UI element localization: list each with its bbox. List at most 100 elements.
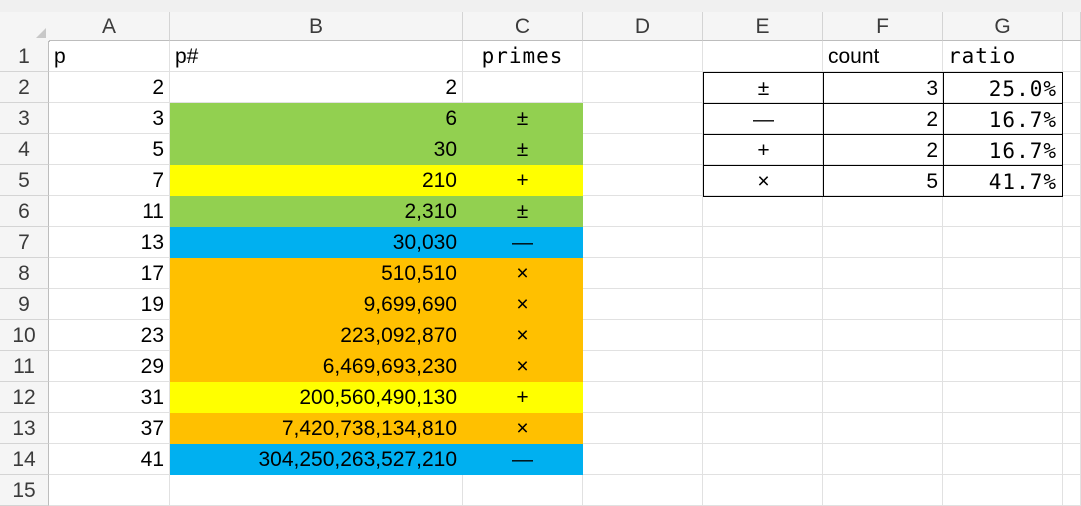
cell-prime-symbol[interactable]: ± <box>463 103 583 134</box>
cell[interactable] <box>583 320 703 351</box>
cell[interactable] <box>583 258 703 289</box>
cell[interactable] <box>823 382 943 413</box>
row-header-2[interactable]: 2 <box>0 72 49 103</box>
cell[interactable] <box>943 258 1063 289</box>
cell-f1-header[interactable]: count <box>823 41 943 72</box>
summary-ratio[interactable]: 41.7% <box>943 165 1063 197</box>
cell[interactable] <box>1063 72 1081 103</box>
cell[interactable] <box>583 72 703 103</box>
cell-primorial-value[interactable]: 30,030 <box>170 227 463 258</box>
cell[interactable] <box>943 444 1063 475</box>
cell-prime-symbol[interactable]: × <box>463 413 583 444</box>
summary-count[interactable]: 2 <box>823 103 944 135</box>
cell-a1-header[interactable]: p <box>49 41 170 72</box>
select-all-corner[interactable] <box>0 12 50 42</box>
cell-primorial-value[interactable]: 210 <box>170 165 463 196</box>
cell[interactable] <box>703 475 823 506</box>
cell[interactable] <box>583 103 703 134</box>
cell[interactable] <box>943 413 1063 444</box>
cell-p-value[interactable]: 29 <box>49 351 170 382</box>
cell[interactable] <box>49 475 170 506</box>
cell-primorial-value[interactable]: 510,510 <box>170 258 463 289</box>
cell[interactable] <box>1063 165 1081 196</box>
cell[interactable] <box>703 258 823 289</box>
cell[interactable] <box>823 289 943 320</box>
cell-prime-symbol[interactable]: — <box>463 444 583 475</box>
cell[interactable] <box>583 41 703 72</box>
cell[interactable] <box>703 41 823 72</box>
cell[interactable] <box>943 289 1063 320</box>
column-header-h[interactable] <box>1063 12 1081 41</box>
row-header-12[interactable]: 12 <box>0 382 49 413</box>
cell[interactable] <box>703 413 823 444</box>
cell-b1-header[interactable]: p# <box>170 41 463 72</box>
row-header-11[interactable]: 11 <box>0 351 49 382</box>
cell[interactable] <box>1063 227 1081 258</box>
summary-symbol[interactable]: × <box>703 165 824 197</box>
cell-prime-symbol[interactable]: + <box>463 165 583 196</box>
cell[interactable] <box>823 444 943 475</box>
summary-count[interactable]: 2 <box>823 134 944 166</box>
cell-prime-symbol[interactable]: × <box>463 258 583 289</box>
spreadsheet-grid[interactable]: A B C D E F G 1 2 3 4 5 6 7 8 9 10 11 12 13 14 15 p p# primes cou… <box>0 0 1081 506</box>
row-header-6[interactable]: 6 <box>0 196 49 227</box>
cell[interactable] <box>1063 413 1081 444</box>
summary-count[interactable]: 5 <box>823 165 944 197</box>
cell[interactable] <box>943 227 1063 258</box>
cell[interactable] <box>583 227 703 258</box>
cell[interactable] <box>943 196 1063 227</box>
cell-p-value[interactable]: 5 <box>49 134 170 165</box>
cell[interactable] <box>703 289 823 320</box>
column-header-f[interactable]: F <box>823 12 943 41</box>
column-header-a[interactable]: A <box>49 12 170 41</box>
cell[interactable] <box>1063 196 1081 227</box>
cell[interactable] <box>823 351 943 382</box>
summary-ratio[interactable]: 25.0% <box>943 72 1063 104</box>
cell[interactable] <box>463 475 583 506</box>
cell[interactable] <box>823 196 943 227</box>
cell-p-value[interactable]: 37 <box>49 413 170 444</box>
cell[interactable] <box>1063 475 1081 506</box>
cell[interactable] <box>703 320 823 351</box>
cell[interactable] <box>703 227 823 258</box>
cell[interactable] <box>943 351 1063 382</box>
row-header-10[interactable]: 10 <box>0 320 49 351</box>
column-header-c[interactable]: C <box>463 12 583 41</box>
summary-symbol[interactable]: ± <box>703 72 824 104</box>
column-header-g[interactable]: G <box>943 12 1063 41</box>
column-header-d[interactable]: D <box>583 12 703 41</box>
cell-prime-symbol[interactable]: ± <box>463 196 583 227</box>
row-header-7[interactable]: 7 <box>0 227 49 258</box>
cell[interactable] <box>583 351 703 382</box>
cell[interactable] <box>823 320 943 351</box>
cell[interactable] <box>943 382 1063 413</box>
cell-c1-header[interactable]: primes <box>463 41 583 72</box>
cell[interactable] <box>823 258 943 289</box>
row-header-14[interactable]: 14 <box>0 444 49 475</box>
cell-p-value[interactable]: 2 <box>49 72 170 103</box>
cell-primorial-value[interactable]: 6 <box>170 103 463 134</box>
cell-primorial-value[interactable]: 30 <box>170 134 463 165</box>
cell-primorial-value[interactable]: 2 <box>170 72 463 103</box>
cell[interactable] <box>583 196 703 227</box>
cell[interactable] <box>703 444 823 475</box>
cell[interactable] <box>703 351 823 382</box>
cell-prime-symbol[interactable]: — <box>463 227 583 258</box>
cell-primorial-value[interactable]: 2,310 <box>170 196 463 227</box>
cell-primorial-value[interactable]: 223,092,870 <box>170 320 463 351</box>
summary-symbol[interactable]: + <box>703 134 824 166</box>
cell-p-value[interactable]: 13 <box>49 227 170 258</box>
summary-symbol[interactable]: — <box>703 103 824 135</box>
cell[interactable] <box>943 320 1063 351</box>
cell[interactable] <box>1063 134 1081 165</box>
cell[interactable] <box>583 413 703 444</box>
cell[interactable] <box>583 444 703 475</box>
cell-g1-header[interactable]: ratio <box>943 41 1063 72</box>
row-header-3[interactable]: 3 <box>0 103 49 134</box>
cell[interactable] <box>1063 41 1081 72</box>
cell-primorial-value[interactable]: 9,699,690 <box>170 289 463 320</box>
cell[interactable] <box>583 475 703 506</box>
cell[interactable] <box>823 227 943 258</box>
cell-p-value[interactable]: 17 <box>49 258 170 289</box>
row-header-4[interactable]: 4 <box>0 134 49 165</box>
